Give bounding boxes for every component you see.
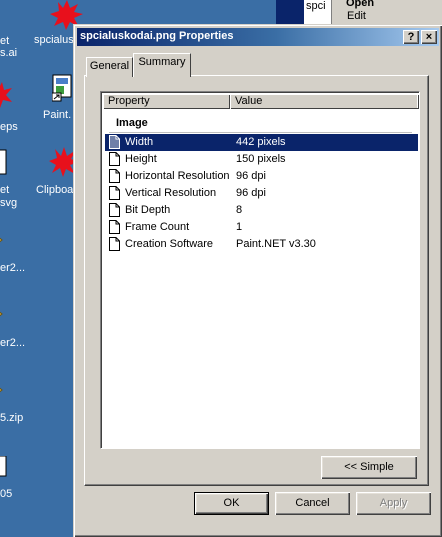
desktop-icon-label[interactable]: eps <box>0 121 18 133</box>
desktop-icon-label[interactable]: er2... <box>0 337 25 349</box>
menu-item-open[interactable]: Open <box>346 0 374 9</box>
tab-summary[interactable]: Summary <box>133 53 191 77</box>
document-icon <box>109 237 120 251</box>
property-name: Width <box>125 136 154 148</box>
property-name: Horizontal Resolution <box>125 170 230 182</box>
apply-button[interactable]: Apply <box>356 492 431 515</box>
document-icon <box>109 203 120 217</box>
desktop-icon-label[interactable]: svg <box>0 197 17 209</box>
desktop-icon-label[interactable]: 5.zip <box>0 412 23 424</box>
menu-item-edit[interactable]: Edit <box>347 10 366 22</box>
help-button[interactable]: ? <box>403 30 419 44</box>
document-icon <box>109 220 120 234</box>
document-icon[interactable] <box>0 456 8 478</box>
tab-general[interactable]: General <box>86 57 133 77</box>
property-name: Creation Software <box>125 238 214 250</box>
column-header-value[interactable]: Value <box>230 94 419 109</box>
property-value: 96 dpi <box>236 187 266 199</box>
property-row[interactable]: Bit Depth 8 <box>105 202 418 219</box>
tab-panel-summary: Property Value Image Width 442 pixels Heig… <box>84 75 429 486</box>
document-icon <box>109 152 120 166</box>
column-header-property[interactable]: Property <box>103 94 230 109</box>
folder-shortcut-icon[interactable] <box>0 304 6 326</box>
simple-button[interactable]: << Simple <box>321 456 417 479</box>
paint-splat-icon[interactable] <box>0 82 12 108</box>
cancel-button[interactable]: Cancel <box>275 492 350 515</box>
close-button[interactable]: × <box>421 30 437 44</box>
property-name: Vertical Resolution <box>125 187 217 199</box>
dialog-title: spcialuskodai.png Properties <box>80 30 234 42</box>
property-value: 150 pixels <box>236 153 286 165</box>
property-value: 442 pixels <box>236 136 286 148</box>
desktop-icon-label[interactable]: Clipboa <box>36 184 73 196</box>
property-row[interactable]: Vertical Resolution 96 dpi <box>105 185 418 202</box>
desktop-icon-label[interactable]: et <box>0 35 9 47</box>
document-icon[interactable] <box>0 148 8 176</box>
properties-list[interactable]: Property Value Image Width 442 pixels Heig… <box>100 91 420 449</box>
desktop-icon-label[interactable]: 05 <box>0 488 12 500</box>
desktop-icon-label[interactable]: s.ai <box>0 47 17 59</box>
document-icon <box>109 169 120 183</box>
folder-shortcut-icon[interactable] <box>0 230 6 252</box>
document-icon <box>109 135 120 149</box>
ok-button[interactable]: OK <box>194 492 269 515</box>
property-value: 8 <box>236 204 243 216</box>
document-icon <box>109 186 120 200</box>
group-header-image: Image <box>116 117 148 129</box>
desktop-icon-label[interactable]: er2... <box>0 262 25 274</box>
group-divider <box>109 132 412 133</box>
property-row[interactable]: Creation Software Paint.NET v3.30 <box>105 236 418 253</box>
list-header: Property Value <box>103 94 417 109</box>
property-row[interactable]: Horizontal Resolution 96 dpi <box>105 168 418 185</box>
dialog-titlebar[interactable]: spcialuskodai.png Properties ? × <box>77 28 439 46</box>
property-value: 96 dpi <box>236 170 266 182</box>
desktop-icon-label[interactable]: Paint. <box>43 109 71 121</box>
property-value: Paint.NET v3.30 <box>236 238 316 250</box>
zip-folder-icon[interactable] <box>0 380 6 402</box>
property-row[interactable]: Height 150 pixels <box>105 151 418 168</box>
properties-dialog: spcialuskodai.png Properties ? × Propert… <box>73 24 442 537</box>
property-row[interactable]: Frame Count 1 <box>105 219 418 236</box>
property-name: Bit Depth <box>125 204 171 216</box>
property-row[interactable]: Width 442 pixels <box>105 134 418 151</box>
property-value: 1 <box>236 221 243 233</box>
property-name: Frame Count <box>125 221 190 233</box>
desktop-icon-label[interactable]: spcialus <box>34 34 74 46</box>
desktop-icon-label[interactable]: et <box>0 184 9 196</box>
property-name: Height <box>125 153 157 165</box>
background-window-tab-label: spci <box>306 0 326 12</box>
